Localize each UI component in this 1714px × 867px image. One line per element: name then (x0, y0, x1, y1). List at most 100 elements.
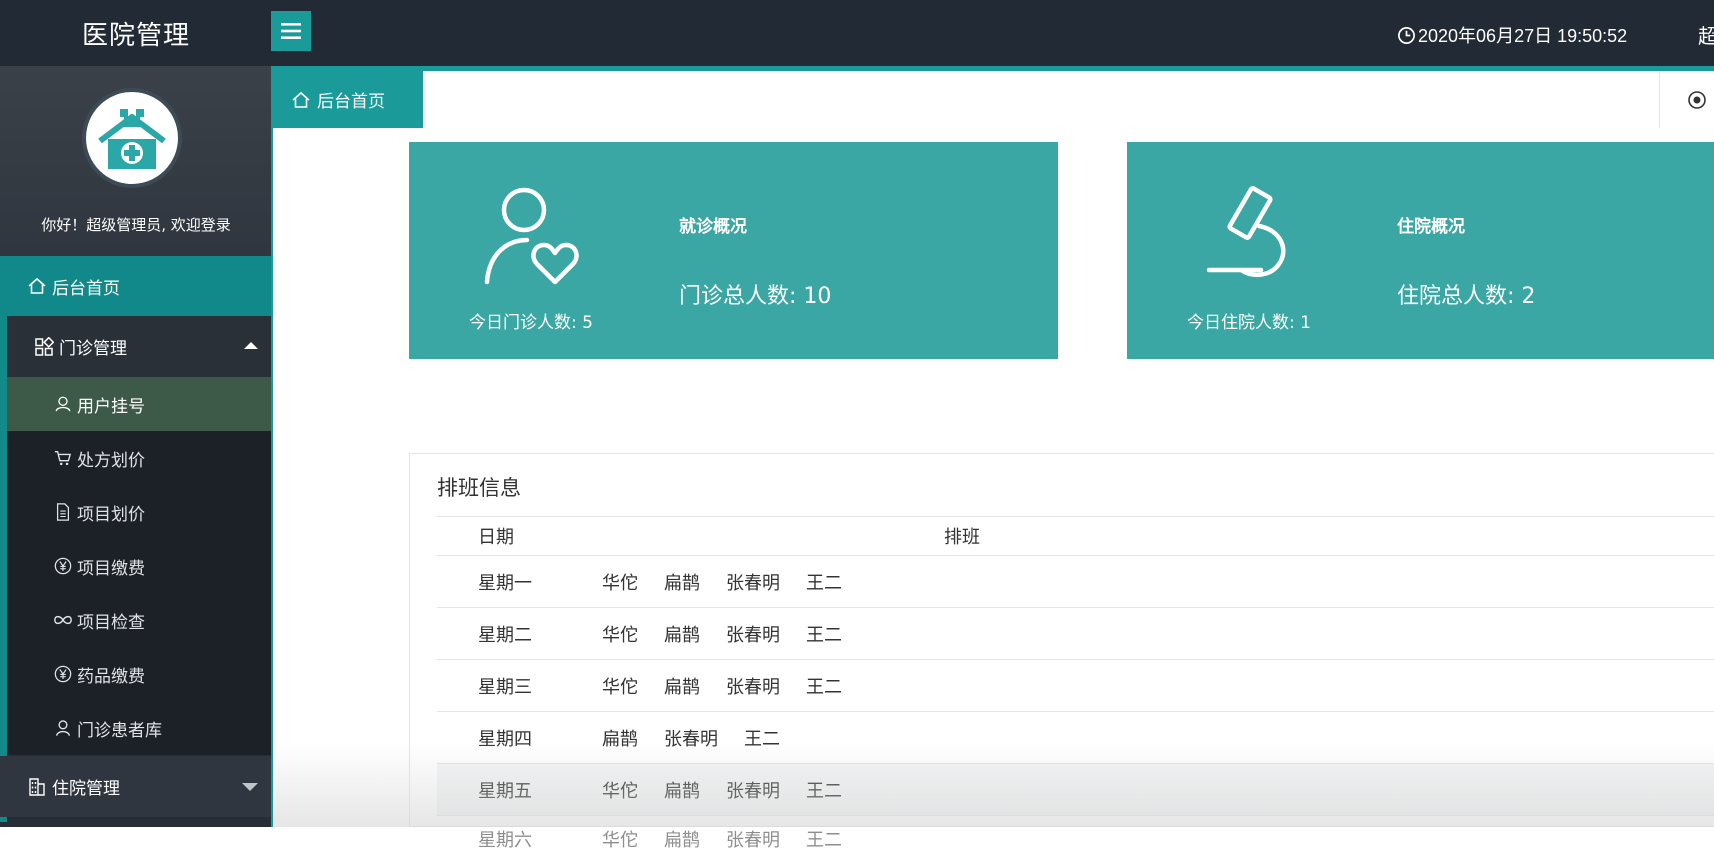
grid-icon (33, 336, 55, 358)
doctor-name: 扁鹊 (664, 826, 700, 852)
tab-bar (273, 71, 1714, 129)
cart-icon (53, 448, 73, 468)
app-title: 医院管理 (0, 0, 272, 66)
sidebar-item-label: 门诊管理 (59, 334, 127, 359)
doctor-name: 扁鹊 (664, 673, 700, 699)
column-header-date: 日期 (437, 517, 601, 556)
doctor-name: 扁鹊 (602, 725, 638, 751)
day-cell: 星期四 (437, 712, 601, 764)
document-icon (53, 502, 73, 522)
table-row: 星期一 华佗 扁鹊 张春明 王二 (437, 556, 1714, 608)
day-cell: 星期六 (437, 816, 601, 867)
sidebar-item-item-check[interactable]: 项目检查 (7, 593, 272, 647)
yen-icon (53, 556, 73, 576)
doctor-name: 张春明 (726, 569, 780, 595)
sidebar-item-registration[interactable]: 用户挂号 (7, 377, 272, 431)
profile-panel: 你好！超级管理员, 欢迎登录 (0, 66, 272, 256)
menu-toggle-button[interactable] (271, 11, 311, 51)
panel-title: 排班信息 (437, 472, 521, 502)
tab-home[interactable]: 后台首页 (273, 71, 423, 128)
home-icon (291, 90, 311, 110)
doctors-cell: 华佗 扁鹊 张春明 王二 (601, 816, 1714, 867)
sidebar-item-patient-database[interactable]: 门诊患者库 (7, 701, 272, 755)
doctor-name: 扁鹊 (664, 621, 700, 647)
total-outpatient-count: 门诊总人数: 10 (679, 278, 831, 310)
doctor-name: 王二 (806, 673, 842, 699)
doctors-cell: 扁鹊 张春明 王二 (601, 712, 1714, 764)
day-cell: 星期一 (437, 556, 601, 608)
target-icon[interactable] (1687, 90, 1707, 110)
doctor-name: 张春明 (664, 725, 718, 751)
sidebar-item-label: 住院管理 (52, 774, 120, 799)
sidebar-item-label: 后台首页 (52, 274, 120, 299)
clock-icon (1397, 26, 1416, 45)
today-inpatient-count: 今日住院人数: 1 (1187, 308, 1311, 333)
doctor-name: 华佗 (602, 569, 638, 595)
doctor-name: 张春明 (726, 777, 780, 803)
day-cell: 星期五 (437, 764, 601, 816)
card-title: 住院概况 (1397, 212, 1465, 237)
outpatient-summary-card: 今日门诊人数: 5 就诊概况 门诊总人数: 10 (409, 142, 1058, 359)
doctor-name: 张春明 (726, 621, 780, 647)
sidebar-item-item-pricing[interactable]: 项目划价 (7, 485, 272, 539)
person-icon (53, 718, 73, 738)
sidebar-item-item-payment[interactable]: 项目缴费 (7, 539, 272, 593)
sidebar-item-drug-payment[interactable]: 药品缴费 (7, 647, 272, 701)
building-icon (26, 776, 48, 798)
welcome-text: 你好！超级管理员, 欢迎登录 (0, 214, 272, 235)
sidebar-item-label: 门诊患者库 (77, 716, 162, 741)
user-icon (53, 394, 73, 414)
sidebar-item-label: 处方划价 (77, 446, 145, 471)
today-outpatient-count: 今日门诊人数: 5 (469, 308, 593, 333)
sidebar-group-inpatient[interactable]: 住院管理 (0, 756, 272, 817)
doctors-cell: 华佗 扁鹊 张春明 王二 (601, 764, 1714, 816)
day-cell: 星期三 (437, 660, 601, 712)
table-row: 星期五 华佗 扁鹊 张春明 王二 (437, 764, 1714, 816)
user-menu[interactable]: 超 (1698, 20, 1714, 49)
doctors-cell: 华佗 扁鹊 张春明 王二 (601, 608, 1714, 660)
sidebar-item-home[interactable]: 后台首页 (0, 256, 272, 316)
doctor-name: 扁鹊 (664, 777, 700, 803)
doctors-cell: 华佗 扁鹊 张春明 王二 (601, 556, 1714, 608)
day-cell: 星期二 (437, 608, 601, 660)
card-title: 就诊概况 (679, 212, 747, 237)
user-heart-icon (481, 184, 585, 288)
hospital-logo-icon (94, 103, 170, 173)
sidebar-item-prescription-pricing[interactable]: 处方划价 (7, 431, 272, 485)
sidebar-item-label: 项目划价 (77, 500, 145, 525)
doctor-name: 张春明 (726, 826, 780, 852)
doctor-name: 华佗 (602, 621, 638, 647)
sidebar: 你好！超级管理员, 欢迎登录 后台首页 门诊管理 用户挂号 处方划价 (0, 66, 272, 827)
chevron-up-icon (244, 342, 258, 349)
inpatient-summary-card: 今日住院人数: 1 住院概况 住院总人数: 2 (1127, 142, 1714, 359)
tab-label: 后台首页 (317, 87, 385, 112)
sidebar-item-label: 项目缴费 (77, 554, 145, 579)
home-icon (26, 275, 48, 297)
table-row: 星期四 扁鹊 张春明 王二 (437, 712, 1714, 764)
table-header-row: 日期 排班 (437, 517, 1714, 556)
microscope-icon (1199, 184, 1303, 288)
doctor-name: 华佗 (602, 777, 638, 803)
column-header-schedule: 排班 (601, 517, 1714, 556)
sidebar-item-label: 药品缴费 (77, 662, 145, 687)
datetime-text: 2020年06月27日 19:50:52 (1418, 22, 1627, 48)
infinity-icon (53, 610, 73, 630)
doctor-name: 华佗 (602, 673, 638, 699)
hamburger-icon (281, 22, 301, 40)
doctor-name: 王二 (744, 725, 780, 751)
doctor-name: 王二 (806, 569, 842, 595)
sidebar-group-outpatient[interactable]: 门诊管理 (0, 316, 272, 377)
chevron-down-icon (242, 783, 258, 791)
schedule-table: 日期 排班 星期一 华佗 扁鹊 张春明 王二 星期二 华佗 扁鹊 张春明 (437, 516, 1714, 867)
sidebar-item-label: 用户挂号 (77, 392, 145, 417)
doctors-cell: 华佗 扁鹊 张春明 王二 (601, 660, 1714, 712)
yen-icon (53, 664, 73, 684)
doctor-name: 张春明 (726, 673, 780, 699)
schedule-panel: 排班信息 日期 排班 星期一 华佗 扁鹊 张春明 王二 星期二 华佗 (409, 453, 1714, 827)
doctor-name: 王二 (806, 826, 842, 852)
sidebar-item-label: 项目检查 (77, 608, 145, 633)
doctor-name: 王二 (806, 777, 842, 803)
doctor-name: 扁鹊 (664, 569, 700, 595)
total-inpatient-count: 住院总人数: 2 (1397, 278, 1535, 310)
top-bar: 医院管理 2020年06月27日 19:50:52 超 (0, 0, 1714, 66)
